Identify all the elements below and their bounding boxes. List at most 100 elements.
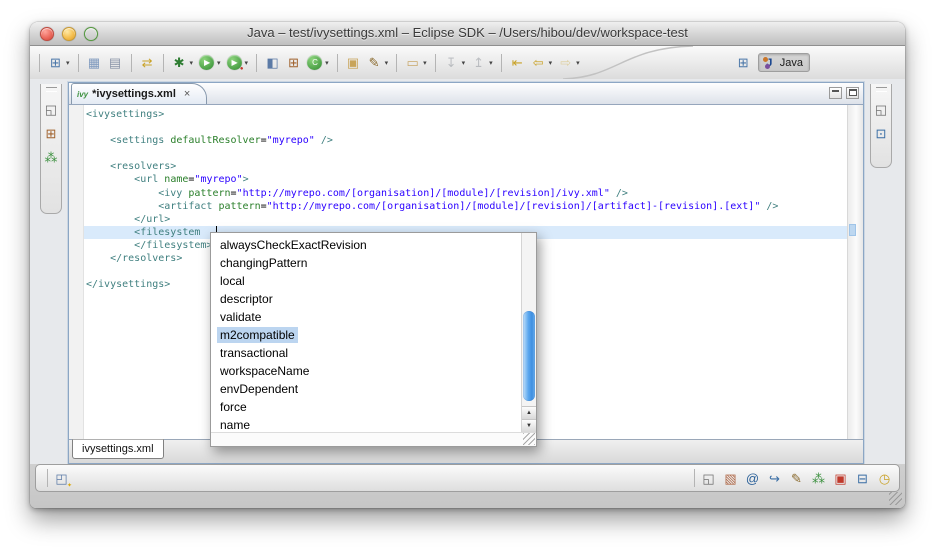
java-perspective-icon: J <box>762 55 777 70</box>
open-resource-dropdown[interactable]: ▾ <box>423 59 427 67</box>
debug-dropdown[interactable]: ▾ <box>190 59 194 67</box>
traffic-lights <box>40 27 98 41</box>
error-log-icon[interactable]: ▧ <box>722 470 739 487</box>
completion-item-selected[interactable]: m2compatible <box>211 326 521 344</box>
content-assist-popup: alwaysCheckExactRevisionchangingPatternl… <box>210 232 537 447</box>
code-line[interactable] <box>84 121 848 134</box>
outline-icon[interactable]: ⊡ <box>873 125 890 142</box>
minimize-window-button[interactable] <box>62 27 76 41</box>
new-wizard-dropdown[interactable]: ▾ <box>66 59 70 67</box>
desktop: Java – test/ivysettings.xml – Eclipse SD… <box>0 0 934 547</box>
synchronize-icon[interactable]: ⁂ <box>810 470 827 487</box>
completion-item[interactable]: changingPattern <box>211 254 521 272</box>
popup-scrollbar-thumb[interactable] <box>523 311 535 401</box>
code-line[interactable] <box>84 147 848 160</box>
code-line[interactable]: <ivy pattern="http://myrepo.com/[organis… <box>84 187 848 200</box>
current-line-marker <box>849 224 856 236</box>
open-perspective-icon[interactable]: ⊞ <box>735 54 752 71</box>
popup-resize-grip[interactable] <box>523 433 535 445</box>
search-view-icon[interactable]: ✎ <box>788 470 805 487</box>
completion-item[interactable]: name <box>211 416 521 432</box>
javadoc-icon[interactable]: @ <box>744 470 761 487</box>
fast-view-bar-grip[interactable] <box>876 87 887 92</box>
perspective-bar: ⊞ J Java <box>733 46 810 79</box>
bottom-tab-ivysettings[interactable]: ivysettings.xml <box>72 439 164 459</box>
right-fast-view-bar: ◱⊡ <box>870 84 892 168</box>
editor-tab-ivysettings[interactable]: ivy *ivysettings.xml × <box>71 83 207 104</box>
title-bar[interactable]: Java – test/ivysettings.xml – Eclipse SD… <box>30 22 905 46</box>
toolbar-separator <box>435 54 436 72</box>
completion-item[interactable]: envDependent <box>211 380 521 398</box>
print-icon[interactable]: ▤ <box>107 54 124 71</box>
close-window-button[interactable] <box>40 27 54 41</box>
fast-view-icon[interactable]: ◰✦ <box>53 470 70 487</box>
run-dropdown[interactable]: ▾ <box>217 59 221 67</box>
search-icon[interactable]: ✎ <box>366 54 383 71</box>
new-wizard-icon[interactable]: ⊞ <box>47 54 64 71</box>
declaration-icon[interactable]: ↪ <box>766 470 783 487</box>
sync-icon[interactable]: ⇄ <box>139 54 156 71</box>
code-line[interactable]: <resolvers> <box>84 160 848 173</box>
toolbar-separator <box>501 54 502 72</box>
toolbar-separator <box>131 54 132 72</box>
debug-icon[interactable]: ✱ <box>171 54 188 71</box>
restore-pane-icon[interactable]: ◱ <box>43 101 60 118</box>
code-line[interactable]: <settings defaultResolver="myrepo" /> <box>84 134 848 147</box>
code-line[interactable]: </url> <box>84 213 848 226</box>
new-java-project-icon[interactable]: ◧ <box>264 54 281 71</box>
completion-item[interactable]: alwaysCheckExactRevision <box>211 236 521 254</box>
back-icon[interactable]: ⇦ <box>530 54 547 71</box>
toolbar-separator <box>396 54 397 72</box>
zoom-window-button[interactable] <box>84 27 98 41</box>
annotation-ruler <box>69 105 84 440</box>
back-dropdown[interactable]: ▾ <box>549 59 553 67</box>
separator <box>47 469 48 487</box>
new-class-dropdown[interactable]: ▾ <box>325 59 329 67</box>
completion-item[interactable]: force <box>211 398 521 416</box>
window-resize-grip[interactable] <box>889 492 902 505</box>
run-icon[interactable]: ▶ <box>199 55 214 70</box>
search-dropdown[interactable]: ▾ <box>385 59 389 67</box>
code-line[interactable]: <url name="myrepo"> <box>84 173 848 186</box>
scroll-down-icon[interactable]: ▼ <box>522 419 536 432</box>
editor-vertical-scrollbar[interactable] <box>847 105 863 440</box>
toolbar-groups: ⊞▾▦▤⇄✱▾▶▾▶●▾◧⊞C▾▣✎▾▭▾↧▾↥▾⇤⇦▾⇨▾ <box>34 53 583 72</box>
code-line[interactable]: <ivysettings> <box>84 108 848 121</box>
next-annotation-icon[interactable]: ↧ <box>443 54 460 71</box>
completion-item[interactable]: validate <box>211 308 521 326</box>
last-edit-location-icon[interactable]: ⇤ <box>509 54 526 71</box>
fast-view-bar-grip[interactable] <box>46 87 57 92</box>
close-tab-icon[interactable]: × <box>184 88 190 100</box>
completion-item[interactable]: transactional <box>211 344 521 362</box>
previous-annotation-icon[interactable]: ↥ <box>470 54 487 71</box>
type-hierarchy-icon[interactable]: ⁂ <box>43 149 60 166</box>
maximize-editor-button[interactable] <box>846 87 859 99</box>
minimize-editor-button[interactable] <box>829 87 842 99</box>
console-icon[interactable]: ⊟ <box>854 470 871 487</box>
progress-icon[interactable]: ◷ <box>876 470 893 487</box>
completion-item[interactable]: local <box>211 272 521 290</box>
code-line[interactable]: <artifact pattern="http://myrepo.com/[or… <box>84 200 848 213</box>
restore-views-icon[interactable]: ◱ <box>700 470 717 487</box>
next-annotation-dropdown[interactable]: ▾ <box>462 59 466 67</box>
java-perspective-label: Java <box>780 57 803 69</box>
completion-item[interactable]: workspaceName <box>211 362 521 380</box>
package-explorer-icon[interactable]: ⊞ <box>43 125 60 142</box>
save-icon[interactable]: ▦ <box>86 54 103 71</box>
main-toolbar: ⊞▾▦▤⇄✱▾▶▾▶●▾◧⊞C▾▣✎▾▭▾↧▾↥▾⇤⇦▾⇨▾ ⊞ J Java <box>30 46 905 80</box>
scroll-up-icon[interactable]: ▲ <box>522 406 536 419</box>
restore-pane-icon[interactable]: ◱ <box>873 101 890 118</box>
new-class-icon[interactable]: C <box>307 55 322 70</box>
previous-annotation-dropdown[interactable]: ▾ <box>489 59 493 67</box>
completion-item[interactable]: descriptor <box>211 290 521 308</box>
external-tools-dropdown[interactable]: ▾ <box>245 59 249 67</box>
new-package-icon[interactable]: ⊞ <box>285 54 302 71</box>
problems-icon[interactable]: ▣ <box>832 470 849 487</box>
toolbar-separator <box>39 54 40 72</box>
java-perspective-button[interactable]: J Java <box>758 53 810 72</box>
toolbar-separator <box>78 54 79 72</box>
popup-scrollbar[interactable]: ▲ ▼ <box>521 233 536 432</box>
open-type-icon[interactable]: ▣ <box>345 54 362 71</box>
open-resource-icon[interactable]: ▭ <box>404 54 421 71</box>
external-tools-icon[interactable]: ▶● <box>227 55 242 70</box>
